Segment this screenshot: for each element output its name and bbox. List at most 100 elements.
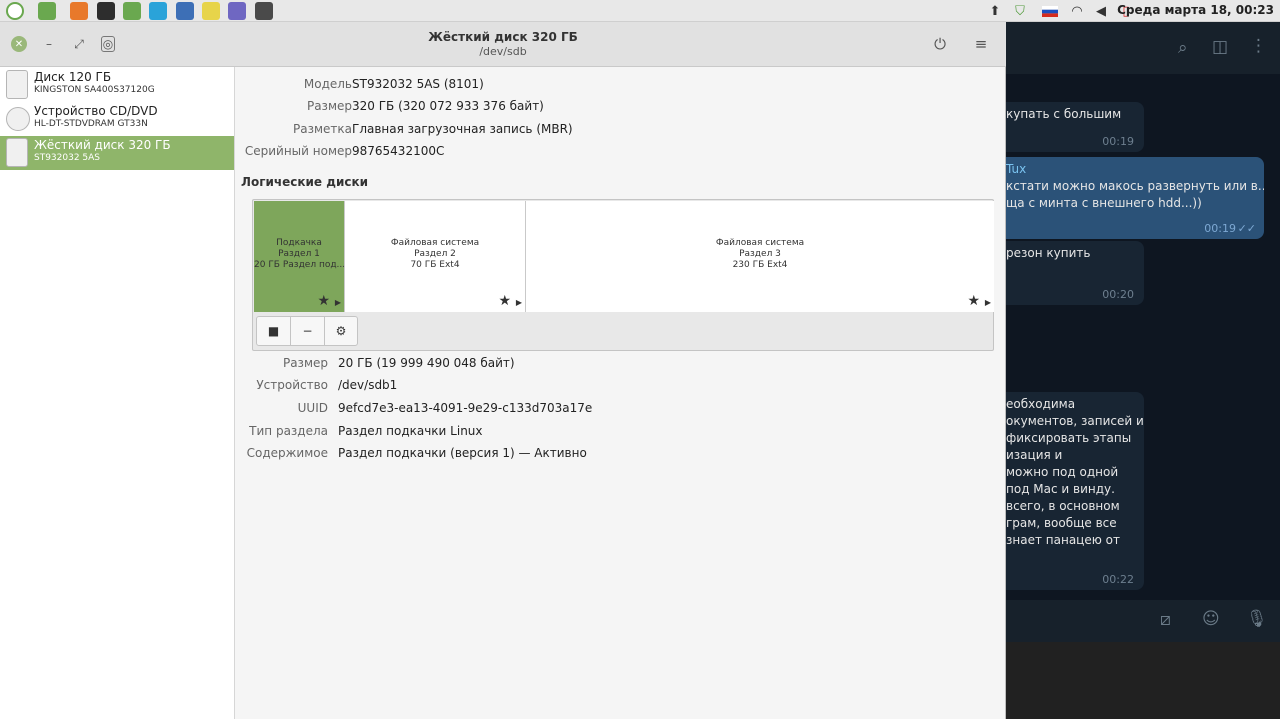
device-name: Диск 120 ГБ xyxy=(34,70,112,84)
property-value: Раздел подкачки Linux xyxy=(338,424,483,438)
message-text: всего, в основном xyxy=(1006,499,1120,513)
partition-map: Подкачка Раздел 1 20 ГБ Раздел под... ★ ▶ Фай… xyxy=(252,199,994,351)
partition-label: Подкачка xyxy=(276,238,322,248)
message-text: знает панацею от xyxy=(1006,533,1120,547)
star-icon: ★ xyxy=(317,293,330,309)
hard-disk-icon xyxy=(6,70,28,99)
property-value: 9efcd7e3-ea13-4091-9e29-c133d703a17e xyxy=(338,401,593,415)
telegram-icon[interactable] xyxy=(149,2,167,20)
telegram-bottom xyxy=(1006,642,1280,719)
remove-icon[interactable]: − xyxy=(291,317,325,345)
microphone-icon[interactable]: 🎙 xyxy=(1246,609,1268,629)
command-icon[interactable]: ⧄ xyxy=(1160,610,1171,630)
property-label: UUID xyxy=(297,401,328,415)
wifi-icon[interactable]: ◠ xyxy=(1068,3,1086,19)
property-label: Разметка xyxy=(293,122,352,136)
partition-label: 230 ГБ Ext4 xyxy=(732,260,788,270)
message-bubble[interactable]: еобходима окументов, записей и фиксировать… xyxy=(1006,392,1144,590)
folder-icon[interactable] xyxy=(123,2,141,20)
device-item[interactable]: Диск 120 ГБ KINGSTON SA400S37120G xyxy=(0,68,234,102)
telegram-header: ⌕ ◫ ⋮ xyxy=(1006,22,1280,74)
message-input-bar[interactable]: ⧄ ☺ 🎙 xyxy=(1006,600,1280,642)
play-icon: ▶ xyxy=(515,298,522,307)
more-icon[interactable]: ⋮ xyxy=(1250,36,1267,56)
message-time: 00:20 xyxy=(1102,288,1134,301)
star-icon: ★ xyxy=(498,293,511,309)
top-panel: ⬆ ⛉ ◠ ◀ ▯ Среда марта 18, 00:23 xyxy=(0,0,1280,22)
power-icon[interactable]: ⏻ xyxy=(932,35,948,53)
settings-icon[interactable]: ⚙ xyxy=(325,317,357,345)
message-time: 00:19 xyxy=(1204,222,1236,235)
titlebar: ✕ – ⤢ ◎ Жёсткий диск 320 ГБ /dev/sdb ⏻ ≡ xyxy=(0,22,1006,67)
emoji-icon[interactable]: ☺ xyxy=(1202,609,1220,629)
message-text: еобходима xyxy=(1006,397,1076,411)
message-time: 00:22 xyxy=(1102,573,1134,586)
message-text: изация и xyxy=(1006,448,1063,462)
partition-block[interactable]: Подкачка Раздел 1 20 ГБ Раздел под... ★ ▶ xyxy=(254,201,345,312)
shield-icon[interactable]: ⛉ xyxy=(1011,3,1029,19)
message-text: под Мас и винду. xyxy=(1006,482,1115,496)
property-value: /dev/sdb1 xyxy=(338,378,398,392)
hard-disk-icon xyxy=(6,138,28,167)
disks-window: ✕ – ⤢ ◎ Жёсткий диск 320 ГБ /dev/sdb ⏻ ≡… xyxy=(0,22,1006,719)
device-item[interactable]: Устройство CD/DVD HL-DT-STDVDRAM GT33N xyxy=(0,102,234,136)
window-title: Жёсткий диск 320 ГБ xyxy=(428,30,578,44)
device-model: HL-DT-STDVDRAM GT33N xyxy=(34,119,148,129)
device-model: KINGSTON SA400S37120G xyxy=(34,85,155,95)
keyboard-layout-icon[interactable] xyxy=(1040,3,1060,19)
property-value: ST932032 5AS (8101) xyxy=(352,77,484,91)
camera-icon[interactable] xyxy=(176,2,194,20)
message-text: кстати можно макось развернуть или в... xyxy=(1006,179,1264,193)
partition-label: Файловая система xyxy=(715,238,805,248)
property-value: 320 ГБ (320 072 933 376 байт) xyxy=(352,99,544,113)
firefox-icon[interactable] xyxy=(70,2,88,20)
partition-block[interactable]: Файловая система Раздел 2 70 ГБ Ext4 ★ ▶ xyxy=(345,201,526,312)
message-text: окументов, записей и xyxy=(1006,414,1144,428)
menu-icon[interactable] xyxy=(6,2,24,20)
play-icon: ▶ xyxy=(984,298,991,307)
message-bubble[interactable]: Tux кстати можно макось развернуть или в.… xyxy=(1006,157,1264,239)
message-text: фиксировать этапы xyxy=(1006,431,1132,445)
menu-icon[interactable]: ≡ xyxy=(973,35,989,53)
property-label: Содержимое xyxy=(246,446,328,460)
volume-icon[interactable]: ◀ xyxy=(1092,3,1110,19)
message-time: 00:19 xyxy=(1102,135,1134,148)
sidebar-toggle-icon[interactable]: ◫ xyxy=(1212,37,1228,57)
update-icon[interactable]: ⬆ xyxy=(986,3,1004,19)
message-bubble[interactable]: купать с большим 00:19 xyxy=(1006,102,1144,152)
message-text: купать с большим xyxy=(1006,107,1122,121)
device-list: Диск 120 ГБ KINGSTON SA400S37120G Устройст… xyxy=(0,67,235,719)
property-label: Размер xyxy=(282,356,328,370)
optical-drive-icon xyxy=(6,107,30,131)
partition-label: 20 ГБ Раздел под... xyxy=(254,260,344,270)
chat-area: купать с большим 00:19 Tux кстати можно мак… xyxy=(1006,74,1280,600)
partition-label: Раздел 3 xyxy=(739,249,781,259)
telegram-window: ⌕ ◫ ⋮ купать с большим 00:19 Tux кстати мож… xyxy=(1006,22,1280,719)
partition-block[interactable]: Файловая система Раздел 3 230 ГБ Ext4 ★ ▶ xyxy=(526,201,994,312)
property-value: Раздел подкачки (версия 1) — Активно xyxy=(338,446,587,460)
partition-label: Раздел 1 xyxy=(278,249,320,259)
property-value: Главная загрузочная запись (MBR) xyxy=(352,122,573,136)
device-item[interactable]: Жёсткий диск 320 ГБ ST932032 5AS xyxy=(0,136,234,170)
device-name: Жёсткий диск 320 ГБ xyxy=(34,138,171,152)
device-name: Устройство CD/DVD xyxy=(34,104,158,118)
property-label: Устройство xyxy=(256,378,328,392)
property-label: Серийный номер xyxy=(244,144,352,158)
property-label: Размер xyxy=(306,99,352,113)
notes-icon[interactable] xyxy=(202,2,220,20)
device-model: ST932032 5AS xyxy=(34,153,101,163)
message-text: можно под одной xyxy=(1006,465,1119,479)
files-icon[interactable] xyxy=(38,2,56,20)
terminal-icon[interactable] xyxy=(97,2,115,20)
calendar-icon[interactable] xyxy=(228,2,246,20)
property-value: 20 ГБ (19 999 490 048 байт) xyxy=(338,356,515,370)
clock[interactable]: Среда марта 18, 00:23 xyxy=(1117,3,1274,17)
disks-icon[interactable] xyxy=(255,2,273,20)
property-label: Тип раздела xyxy=(249,424,328,438)
property-value: 98765432100C xyxy=(352,144,445,158)
partition-label: 70 ГБ Ext4 xyxy=(410,260,460,270)
search-icon[interactable]: ⌕ xyxy=(1178,38,1188,58)
partition-label: Файловая система xyxy=(390,238,480,248)
message-bubble[interactable]: резон купить 00:20 xyxy=(1006,241,1144,305)
stop-icon[interactable]: ■ xyxy=(257,317,291,345)
